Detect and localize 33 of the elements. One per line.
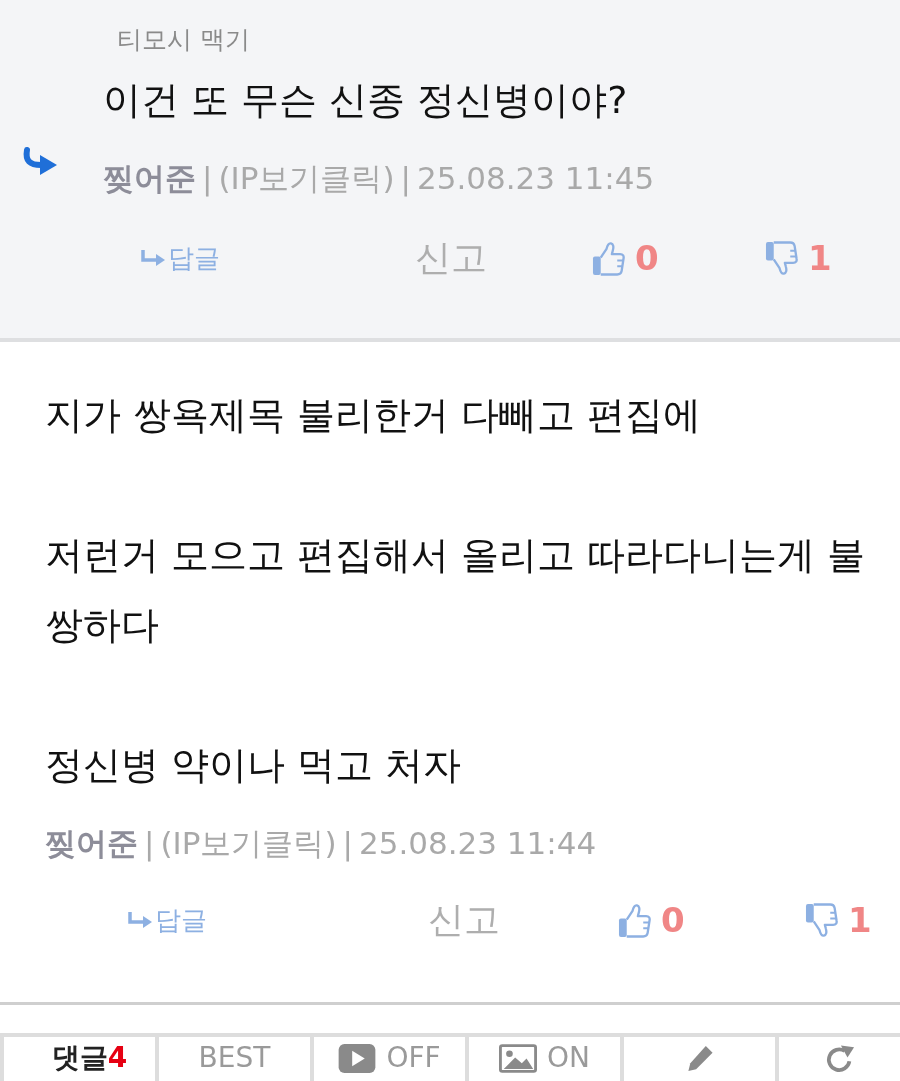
ip-link[interactable]: (IP보기클릭)	[218, 153, 395, 203]
timestamp: 25.08.23 11:45	[416, 159, 655, 198]
author-name[interactable]: 찢어준	[45, 818, 138, 868]
comment-text: 정신병 약이나 먹고 처자	[45, 742, 463, 789]
thumbs-down-icon	[805, 902, 838, 938]
thumbs-down-icon	[765, 240, 798, 276]
refresh-icon	[824, 1044, 855, 1073]
ip-link[interactable]: (IP보기클릭)	[160, 818, 337, 868]
thumbs-up-icon	[618, 902, 651, 938]
comment-text: 이건 또 무슨 신종 정신병이야?	[103, 77, 629, 124]
reply-arrow-icon	[127, 911, 153, 929]
play-icon	[338, 1044, 377, 1073]
comment-text: 저런거 모으고 편집해서 올리고 따라다니는게 불쌍하다	[45, 532, 867, 649]
reply-arrow-icon	[140, 249, 166, 267]
report-button[interactable]: 신고	[415, 233, 487, 283]
comment-text: 지가 쌍욕제목 불리한거 다빼고 편집에	[45, 392, 703, 439]
author-name[interactable]: 찢어준	[103, 153, 196, 203]
like-button[interactable]: 0	[618, 900, 685, 940]
meta-separator: |	[342, 824, 353, 864]
curved-arrow-icon	[22, 146, 58, 176]
timestamp: 25.08.23 11:44	[358, 824, 597, 863]
dislike-button[interactable]: 1	[765, 238, 832, 278]
reply-button[interactable]: 답글	[127, 902, 207, 938]
meta-separator: |	[400, 159, 411, 199]
dislike-button[interactable]: 1	[805, 900, 872, 940]
reply-to-name: 티모시 맥기	[117, 24, 251, 56]
thumbs-up-icon	[592, 240, 625, 276]
report-button[interactable]: 신고	[428, 895, 500, 945]
reply-button[interactable]: 답글	[140, 240, 220, 276]
meta-separator: |	[202, 159, 213, 199]
image-icon	[499, 1044, 537, 1073]
meta-separator: |	[144, 824, 155, 864]
like-button[interactable]: 0	[592, 238, 659, 278]
